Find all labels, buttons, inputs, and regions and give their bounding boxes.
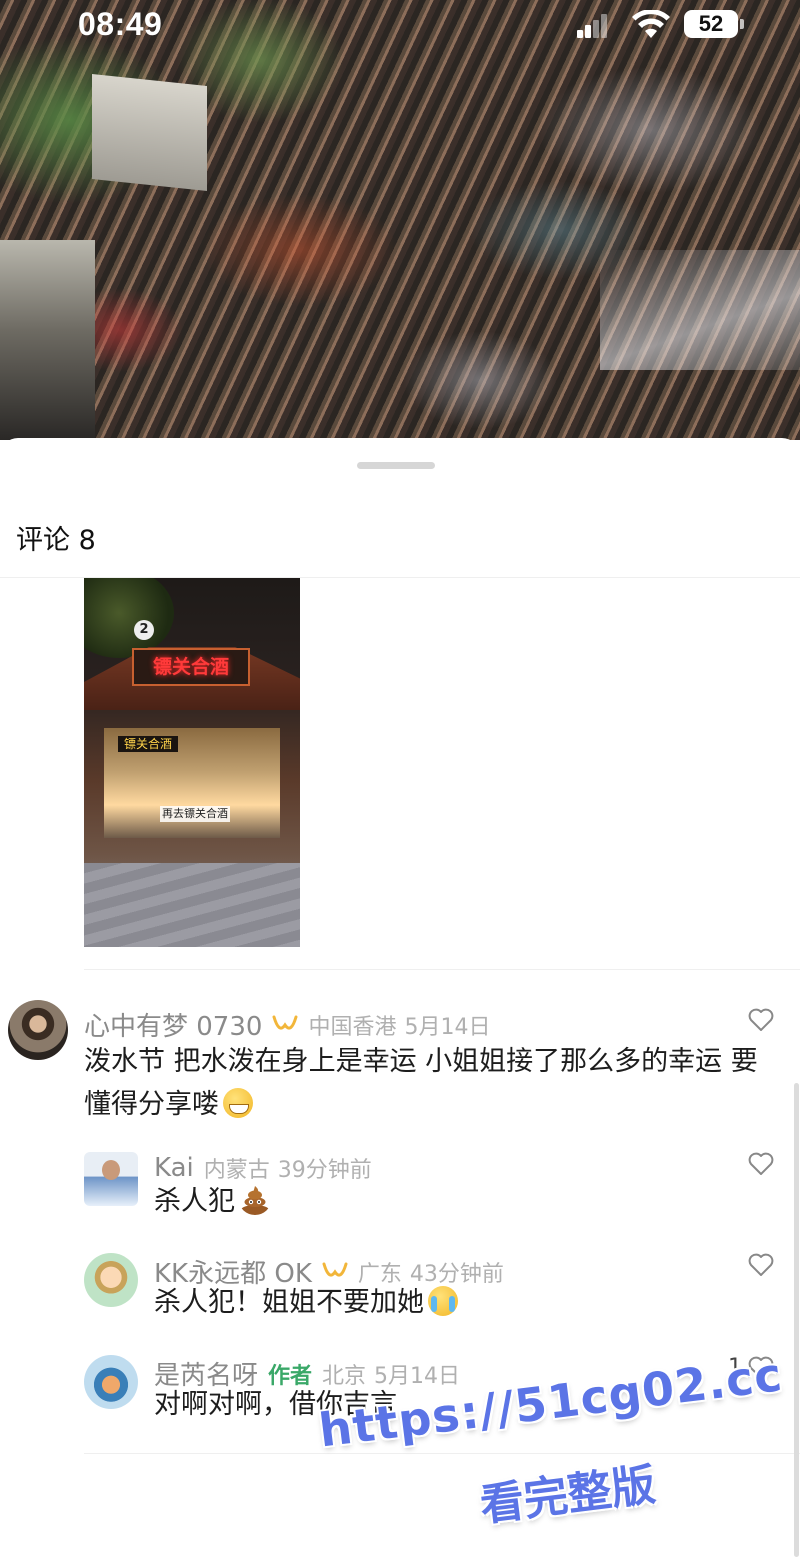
divider (84, 969, 800, 970)
video-player[interactable]: 08:49 52 (0, 0, 800, 440)
photo-caption: 再去镖关合酒 (160, 806, 230, 822)
status-time: 08:49 (78, 6, 163, 42)
vip-badge-icon (322, 1262, 348, 1277)
comment-time: 5月14日 (404, 1014, 491, 1040)
comment-text: 杀人犯 (154, 1180, 271, 1223)
comment-text: 对啊对啊，借你吉言 (154, 1389, 397, 1420)
video-signboard (92, 73, 207, 192)
comment-image[interactable]: 2 镖关合酒 镖关合酒 再去镖关合酒 (84, 578, 300, 947)
avatar[interactable] (84, 1355, 138, 1409)
status-bar: 08:49 52 (0, 0, 800, 52)
video-highlight (600, 250, 800, 370)
comment-username[interactable]: 心中有梦 0730 (84, 1006, 262, 1043)
avatar[interactable] (84, 1152, 138, 1206)
video-building (0, 240, 95, 440)
scrollbar[interactable] (794, 1083, 799, 1557)
crying-emoji (428, 1286, 458, 1316)
photo-number-sign: 2 (134, 620, 154, 640)
avatar[interactable] (84, 1253, 138, 1307)
signal-icon (577, 14, 607, 38)
heart-icon (748, 1253, 774, 1276)
heart-icon (748, 1356, 774, 1379)
like-button[interactable] (742, 1008, 774, 1032)
comment-time: 39分钟前 (277, 1158, 372, 1183)
heart-icon (748, 1152, 774, 1175)
comment-location: 中国香港 (308, 1014, 397, 1040)
comment-username[interactable]: Kai (154, 1153, 194, 1183)
avatar[interactable] (8, 1000, 68, 1060)
comment-text: 泼水节 把水泼在身上是幸运 小姐姐接了那么多的幸运 要懂得分享喽 (84, 1046, 758, 1120)
photo-neon-sign: 镖关合酒 (132, 648, 250, 686)
wifi-icon (632, 10, 670, 38)
photo-tree (84, 578, 174, 658)
comment-header: 心中有梦 0730 中国香港 5月14日 (84, 1006, 490, 1043)
like-button[interactable] (742, 1152, 774, 1176)
photo-storefront: 镖关合酒 再去镖关合酒 (104, 728, 280, 838)
battery-indicator: 52 (684, 10, 744, 38)
sheet-drag-handle[interactable] (357, 462, 435, 469)
poop-emoji (241, 1186, 269, 1215)
comments-title: 评论 8 (16, 525, 96, 556)
vip-badge-icon (272, 1015, 298, 1030)
grinning-sweat-emoji (223, 1088, 253, 1118)
comments-sheet: 评论 8 2 镖关合酒 镖关合酒 再去镖关合酒 心中有梦 0730 中国香港 5… (0, 438, 800, 1557)
photo-street (84, 863, 300, 947)
comment-text: 杀人犯！姐姐不要加她 (154, 1281, 458, 1324)
heart-icon (748, 1008, 774, 1031)
like-button[interactable]: 1 (728, 1355, 774, 1380)
like-button[interactable] (742, 1253, 774, 1277)
divider (84, 1453, 800, 1454)
like-count: 1 (728, 1355, 742, 1380)
